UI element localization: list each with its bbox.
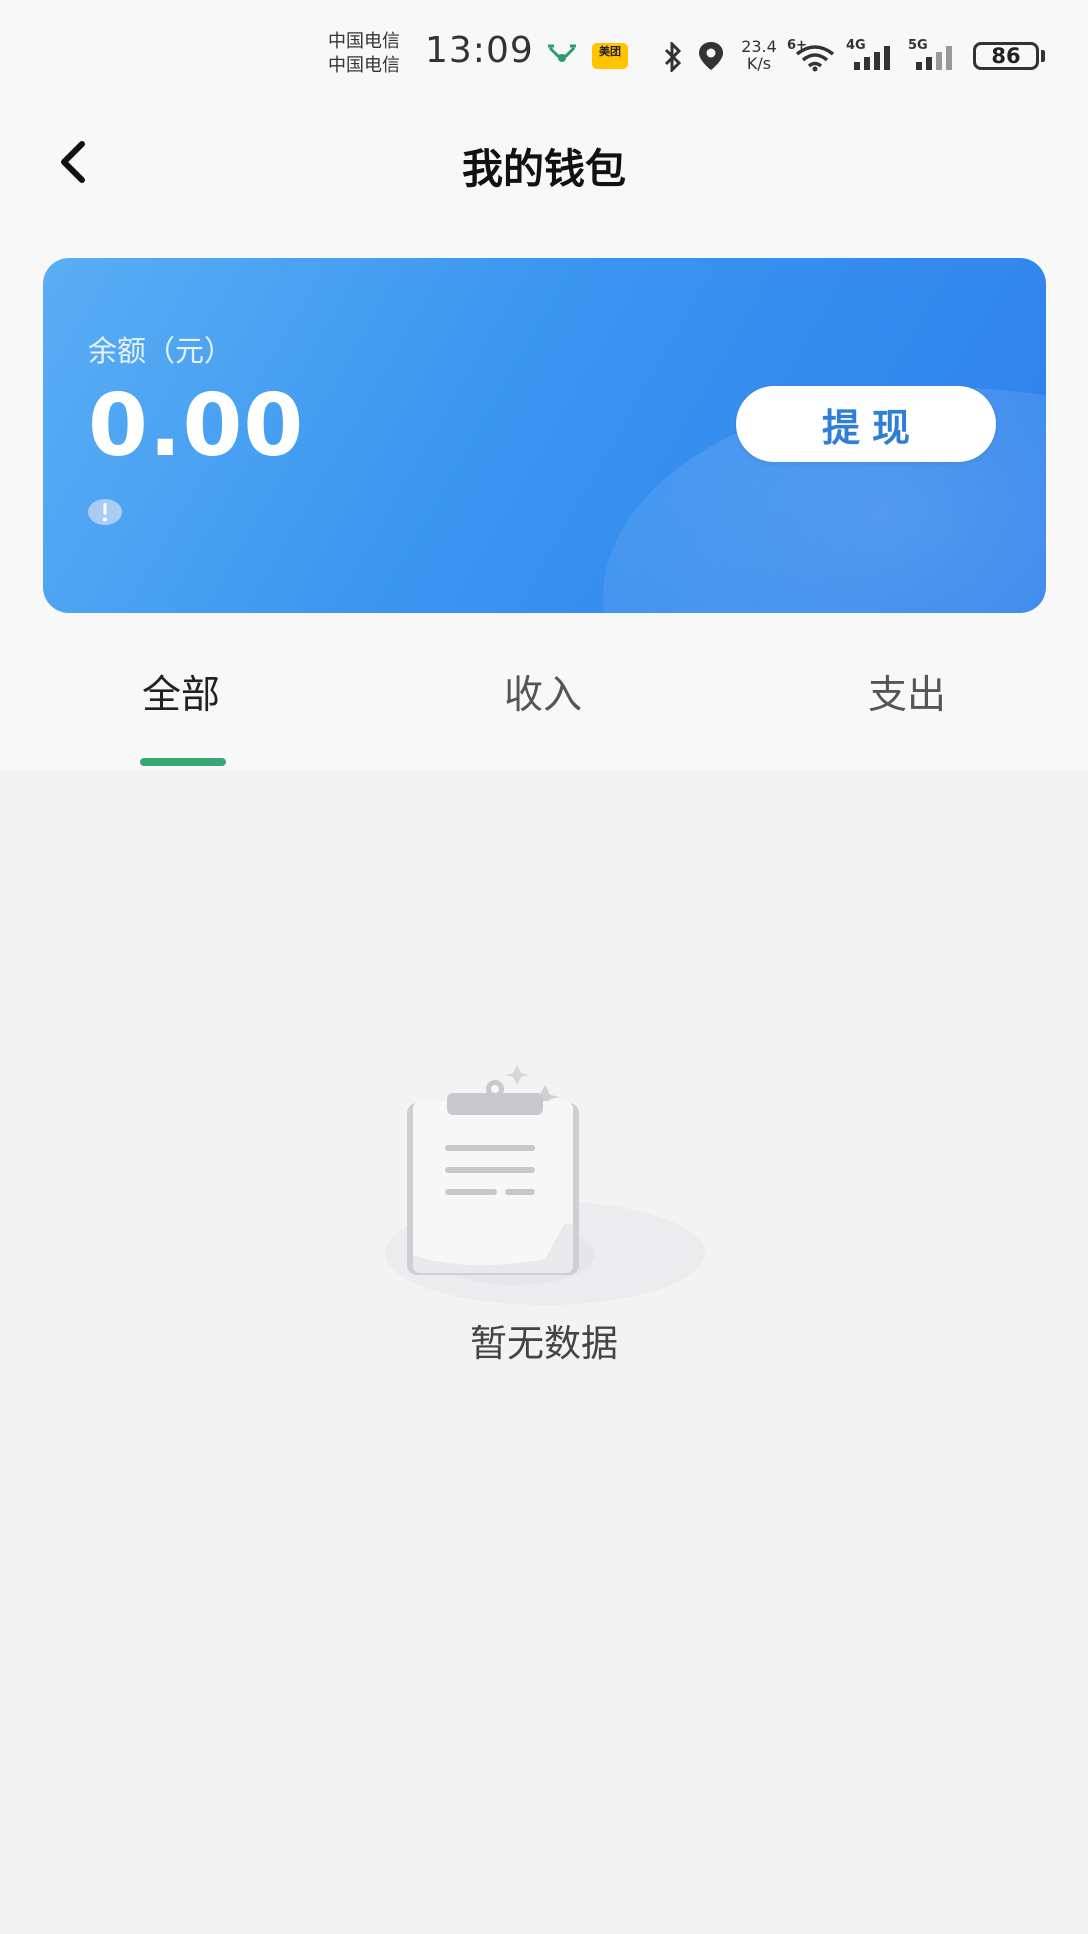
withdraw-button[interactable]: 提现 [736,386,996,462]
balance-card: 余额（元） 0.00 提现 [43,258,1046,613]
bluetooth-icon [664,42,682,72]
balance-value: 0.00 [88,376,305,476]
status-time: 13:09 [425,30,534,71]
tab-income[interactable]: 收入 [362,648,724,770]
carrier-info: 中国电信 中国电信 [328,30,400,78]
carrier-2: 中国电信 [328,55,400,76]
tab-all[interactable]: 全部 [0,648,362,770]
net-speed: 23.4 K/s [741,37,777,73]
clipboard-icon [385,1065,705,1305]
drone-icon [548,44,576,62]
tab-expense[interactable]: 支出 [726,648,1088,770]
battery-tip [1041,50,1045,62]
balance-label: 余额（元） [88,334,234,368]
wifi-icon [795,45,835,72]
exclamation-info-icon[interactable] [87,498,123,526]
active-tab-indicator [140,758,226,766]
location-icon [699,42,723,70]
status-bar: 中国电信 中国电信 13:09 美团 23.4 K/s 6+ 4G 5G 86 [0,0,1088,110]
transaction-tabs: 全部 收入 支出 [0,648,1088,770]
page-title: 我的钱包 [462,145,626,193]
signal-icon [854,46,890,70]
empty-state-text: 暂无数据 [470,1322,618,1365]
signal-icon [916,46,952,70]
battery-icon: 86 [973,42,1039,70]
carrier-1: 中国电信 [328,31,400,52]
meituan-app-icon: 美团 [592,43,628,69]
